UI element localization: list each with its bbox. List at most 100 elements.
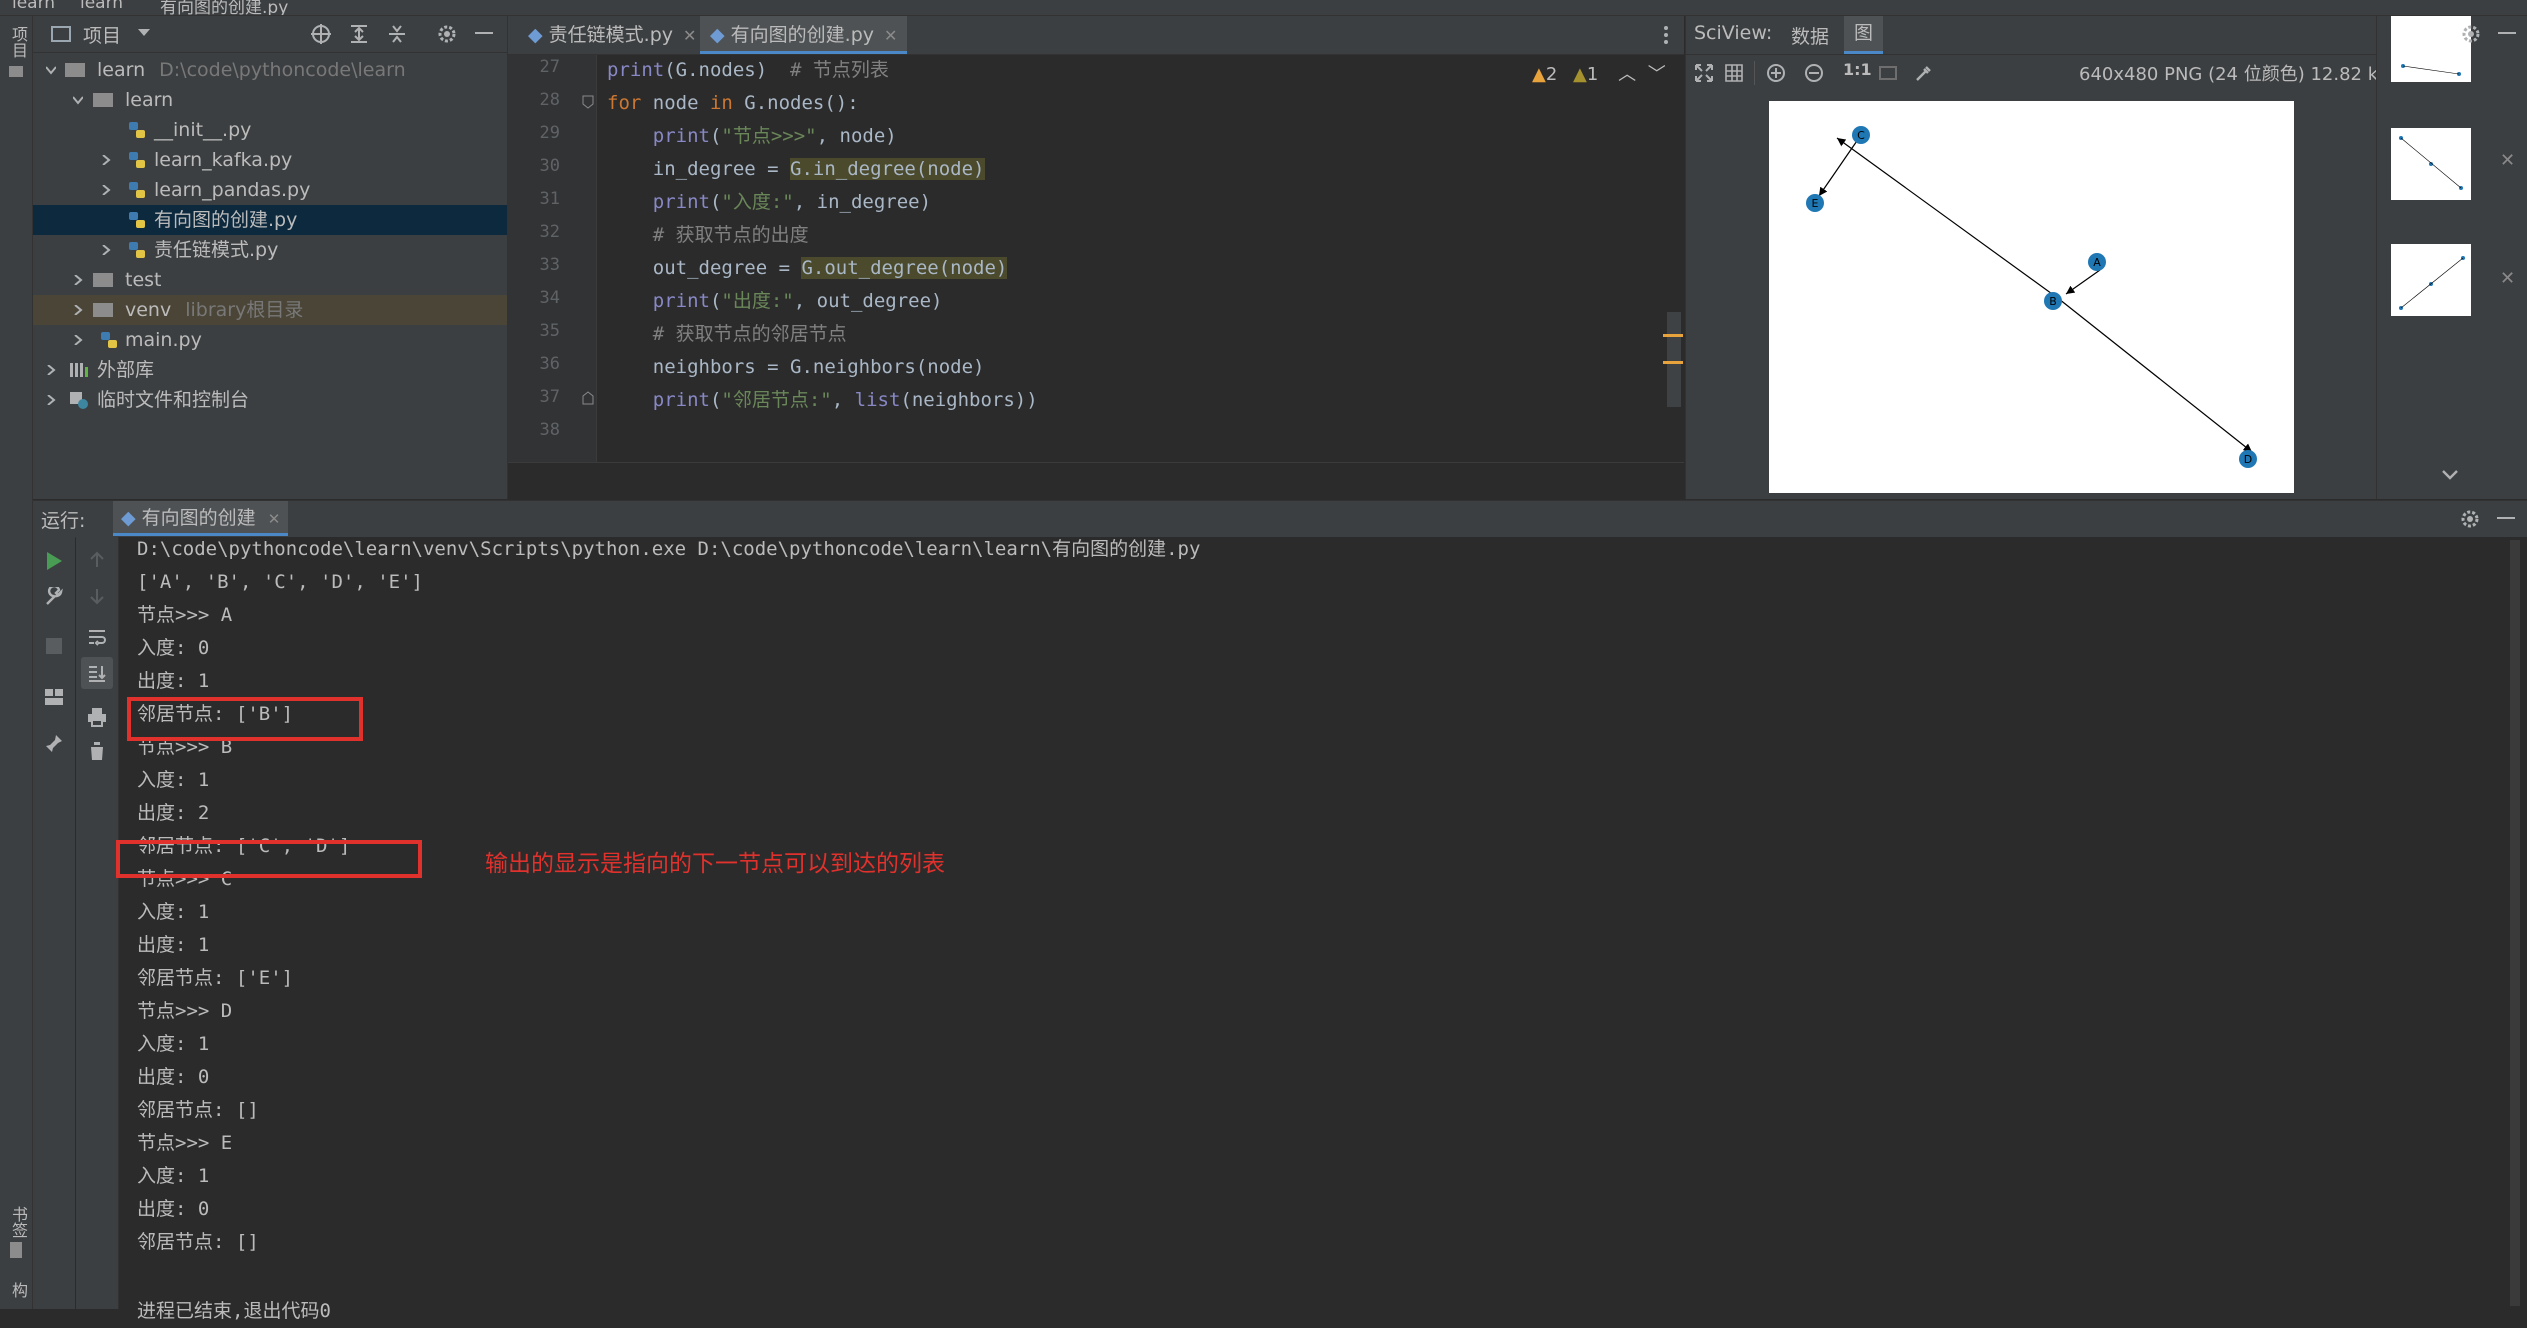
- tab-digraph-creation[interactable]: ◆ 有向图的创建.py ✕: [700, 16, 908, 54]
- minimize-icon[interactable]: [2498, 32, 2516, 36]
- tree-item-digraph-file[interactable]: 有向图的创建.py: [33, 205, 507, 235]
- chevron-right-icon: [102, 155, 111, 165]
- tree-item-chain-file[interactable]: 责任链模式.py: [33, 235, 507, 265]
- locate-icon[interactable]: [310, 23, 332, 45]
- code-line: # 获取节点的邻居节点: [652, 323, 847, 345]
- warning-marker[interactable]: [1663, 334, 1683, 337]
- tree-item-main[interactable]: main.py: [33, 325, 507, 355]
- code-editor[interactable]: print(G.nodes) # 节点列表 for node in G.node…: [597, 55, 1684, 499]
- code-line: print("入度:", in_degree): [652, 191, 932, 213]
- warning-marker[interactable]: [1663, 361, 1683, 364]
- chevron-down-icon[interactable]: [137, 28, 151, 38]
- gear-icon[interactable]: [2460, 23, 2482, 45]
- plot-thumbnail[interactable]: [2391, 16, 2471, 82]
- zoom-out-icon[interactable]: [1804, 63, 1824, 83]
- line-number: 32: [539, 222, 560, 242]
- tab-chain-of-responsibility[interactable]: ◆ 责任链模式.py ✕: [518, 16, 706, 54]
- close-icon[interactable]: ✕: [2500, 268, 2515, 289]
- plot-image[interactable]: C E A B D: [1769, 101, 2294, 493]
- arrow-up-icon[interactable]: [89, 551, 105, 569]
- tree-item-init[interactable]: __init__.py: [33, 115, 507, 145]
- chevron-right-icon: [47, 365, 56, 375]
- gear-icon[interactable]: [2459, 508, 2481, 530]
- more-options-icon[interactable]: [1663, 25, 1669, 45]
- project-tool-button[interactable]: 项目: [6, 26, 30, 58]
- print-icon[interactable]: [87, 707, 107, 727]
- close-icon[interactable]: ✕: [683, 26, 696, 45]
- error-stripe[interactable]: [1667, 312, 1681, 407]
- close-icon[interactable]: ✕: [884, 26, 897, 45]
- tree-item-label: 外部库: [97, 359, 155, 381]
- minimize-icon[interactable]: [475, 32, 493, 36]
- tree-item-label: learn_pandas.py: [154, 179, 311, 201]
- annotation-text: 输出的显示是指向的下一节点可以到达的列表: [485, 851, 945, 877]
- expand-all-icon[interactable]: [348, 23, 370, 45]
- project-panel-title[interactable]: 项目: [83, 21, 121, 48]
- output-line: 节点>>> D: [137, 1000, 233, 1022]
- console-scrollbar[interactable]: [2510, 540, 2520, 1306]
- breadcrumb-item[interactable]: learn: [80, 0, 123, 13]
- svg-text:D: D: [2244, 453, 2252, 466]
- tree-item-learn-pandas[interactable]: learn_pandas.py: [33, 175, 507, 205]
- fit-to-screen-icon[interactable]: [1694, 63, 1714, 83]
- inspection-widget[interactable]: ▲2 ▲1 ︿ ﹀: [1532, 60, 1666, 86]
- fold-end-icon[interactable]: [582, 391, 594, 405]
- pin-icon[interactable]: [44, 733, 64, 753]
- tab-plots[interactable]: 图: [1844, 16, 1884, 54]
- plot-thumbnail[interactable]: [2391, 244, 2471, 316]
- tree-item-learn-kafka[interactable]: learn_kafka.py: [33, 145, 507, 175]
- bookmarks-tool-button[interactable]: 书签: [6, 1206, 30, 1238]
- code-line: out_degree = G.out_degree(node): [607, 257, 1008, 279]
- warning-count: 2: [1545, 64, 1558, 85]
- tab-data[interactable]: 数据: [1791, 22, 1829, 49]
- plot-thumbnail[interactable]: [2391, 128, 2471, 200]
- editor-tab-bar: ◆ 责任链模式.py ✕ ◆ 有向图的创建.py ✕: [508, 16, 1684, 55]
- tree-item-test[interactable]: test: [33, 265, 507, 295]
- project-panel-header: 项目: [33, 16, 507, 53]
- run-tab[interactable]: ◆ 有向图的创建 ✕: [113, 501, 289, 536]
- toolbar-divider: [1754, 61, 1755, 85]
- chevron-down-icon[interactable]: ﹀: [1648, 64, 1666, 85]
- stop-icon[interactable]: [45, 637, 63, 655]
- tree-item-learn-package[interactable]: learn: [33, 85, 507, 115]
- grid-icon[interactable]: [1724, 63, 1744, 83]
- minimize-icon[interactable]: [2497, 517, 2515, 521]
- tree-item-venv[interactable]: venv library根目录: [33, 295, 507, 325]
- background-icon[interactable]: [1878, 63, 1898, 83]
- color-picker-icon[interactable]: [1914, 63, 1934, 83]
- node-e: E: [1806, 194, 1824, 212]
- chevron-up-icon[interactable]: ︿: [1618, 64, 1636, 85]
- chevron-right-icon: [102, 185, 111, 195]
- tree-item-external-libs[interactable]: 外部库: [33, 355, 507, 385]
- tree-item-label: 临时文件和控制台: [97, 389, 250, 411]
- scroll-to-end-icon: [89, 666, 106, 682]
- line-number: 30: [539, 156, 560, 176]
- tree-item-label: test: [125, 269, 162, 291]
- rerun-icon[interactable]: [45, 551, 63, 571]
- console-output[interactable]: D:\code\pythoncode\learn\venv\Scripts\py…: [116, 537, 2527, 1322]
- soft-wrap-icon[interactable]: [87, 627, 107, 647]
- actual-size-button[interactable]: 1:1: [1843, 60, 1872, 79]
- chevron-down-icon[interactable]: [2441, 469, 2459, 481]
- gear-icon[interactable]: [436, 23, 458, 45]
- arrow-down-icon[interactable]: [89, 587, 105, 605]
- fold-icon[interactable]: [582, 95, 594, 109]
- zoom-in-icon[interactable]: [1766, 63, 1786, 83]
- collapse-all-icon[interactable]: [386, 23, 408, 45]
- tree-item-root-learn[interactable]: learn D:\code\pythoncode\learn: [33, 55, 507, 85]
- close-icon[interactable]: ✕: [2500, 150, 2515, 171]
- python-file-icon: ◆: [121, 507, 136, 529]
- layout-icon[interactable]: [44, 687, 64, 707]
- image-info: 640x480 PNG (24 位颜色) 12.82 kB: [2079, 64, 2391, 85]
- tree-item-scratches[interactable]: 临时文件和控制台: [33, 385, 507, 415]
- sciview-header: SciView: 数据 图: [1686, 16, 2376, 55]
- line-number: 28: [539, 90, 560, 110]
- breadcrumb-item[interactable]: learn: [12, 0, 55, 13]
- close-icon[interactable]: ✕: [268, 510, 281, 528]
- trash-icon[interactable]: [88, 741, 106, 761]
- wrench-icon[interactable]: [44, 587, 64, 607]
- tree-item-path: D:\code\pythoncode\learn: [159, 59, 406, 81]
- python-file-icon: ◆: [528, 24, 543, 46]
- breadcrumb-item[interactable]: 有向图的创建.py: [160, 0, 288, 15]
- output-line: 入度: 1: [137, 769, 210, 791]
